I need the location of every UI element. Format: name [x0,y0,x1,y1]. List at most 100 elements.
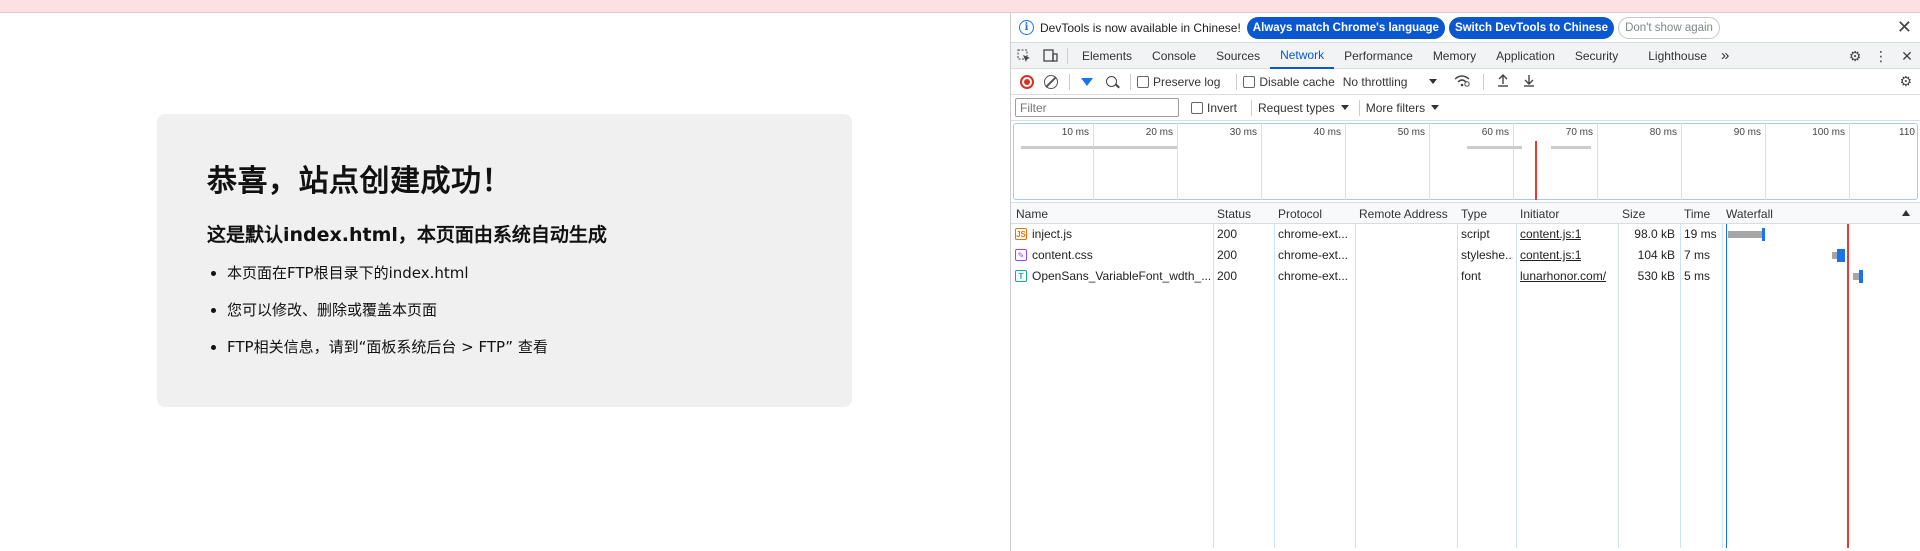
switch-chinese-button[interactable]: Switch DevTools to Chinese [1448,16,1615,39]
overview-request-bar [1551,146,1591,149]
overview-tick-label: 30 ms [1229,127,1257,138]
filter-input[interactable] [1015,98,1179,117]
overview-gridline [1345,123,1346,200]
overview-tick-label: 40 ms [1313,127,1341,138]
tab-elements[interactable]: Elements [1072,43,1142,69]
dont-show-again-button[interactable]: Don't show again [1618,16,1720,39]
header-time[interactable]: Time [1684,207,1710,221]
header-type[interactable]: Type [1461,207,1487,221]
import-har-icon[interactable] [1497,73,1509,90]
script-file-icon: JS [1015,228,1027,240]
header-protocol[interactable]: Protocol [1278,207,1322,221]
cell-initiator-link[interactable]: content.js:1 [1520,248,1581,262]
browser-top-strip [0,0,1920,13]
overview-tick-label: 70 ms [1565,127,1593,138]
cell-initiator-link[interactable]: content.js:1 [1520,227,1581,241]
table-row[interactable]: ✎ content.css 200 chrome-ext... styleshe… [1011,245,1920,266]
cell-time: 5 ms [1684,269,1711,283]
sort-ascending-icon[interactable] [1902,210,1910,216]
overview-request-bar [1021,146,1177,149]
cell-initiator-link[interactable]: lunarhonor.com/ [1520,269,1606,283]
waterfall-bar-download [1859,270,1863,283]
device-toolbar-icon[interactable] [1042,48,1058,64]
overview-tick-label: 100 ms [1812,127,1845,138]
network-conditions-icon[interactable] [1454,74,1471,90]
close-devtools-icon[interactable]: ✕ [1899,48,1915,64]
list-item: FTP相关信息，请到“面板系统后台 > FTP” 查看 [227,337,802,357]
cell-name: OpenSans_VariableFont_wdth_... [1032,269,1210,283]
devtools-panel: i DevTools is now available in Chinese! … [1010,13,1920,551]
welcome-card: 恭喜，站点创建成功！ 这是默认index.html，本页面由系统自动生成 本页面… [157,114,852,407]
stylesheet-file-icon: ✎ [1015,249,1027,261]
tab-console[interactable]: Console [1142,43,1206,69]
cell-size: 104 kB [1637,248,1675,262]
list-item: 您可以修改、删除或覆盖本页面 [227,300,802,320]
network-requests-table: Name Status Protocol Remote Address Type… [1011,203,1920,548]
settings-gear-icon[interactable]: ⚙ [1847,48,1863,64]
overview-gridline [1765,123,1766,200]
overview-tick-label: 10 ms [1061,127,1089,138]
throttling-select[interactable]: No throttling [1343,75,1408,89]
preserve-log-label: Preserve log [1153,74,1221,89]
overview-load-line [1535,141,1537,200]
kebab-menu-icon[interactable]: ⋮ [1873,48,1889,64]
cell-type: font [1461,269,1482,283]
invert-checkbox[interactable] [1191,101,1203,114]
overview-gridline [1681,123,1682,200]
preserve-log-checkbox[interactable] [1137,75,1149,88]
cell-time: 19 ms [1684,227,1717,241]
tab-lighthouse[interactable]: Lighthouse [1628,43,1717,69]
toolbar-divider [1251,99,1253,116]
close-icon[interactable]: ✕ [1897,17,1912,38]
disable-cache-checkbox[interactable] [1243,75,1256,88]
search-icon[interactable] [1106,76,1117,87]
toolbar-divider [1483,73,1485,90]
network-toolbar: Preserve log Disable cache No throttling… [1011,69,1920,95]
filter-funnel-icon[interactable] [1081,77,1093,86]
chevron-down-icon [1429,79,1438,84]
cell-name: inject.js [1032,227,1073,241]
request-types-dropdown[interactable]: Request types [1258,101,1335,115]
chevron-down-icon [1431,105,1440,110]
more-tabs-icon[interactable]: » [1717,43,1733,69]
header-remote-address[interactable]: Remote Address [1359,207,1448,221]
tab-sources[interactable]: Sources [1206,43,1270,69]
tab-performance[interactable]: Performance [1334,43,1423,69]
overview-gridline [1597,123,1598,200]
filter-bar: Invert Request types More filters [1011,95,1920,121]
overview-request-bar [1467,146,1522,149]
header-size[interactable]: Size [1622,207,1645,221]
more-filters-dropdown[interactable]: More filters [1366,101,1425,115]
network-overview-timeline[interactable]: 10 ms 20 ms 30 ms 40 ms 50 ms 60 ms 70 m… [1011,121,1920,203]
overview-tick-label: 110 [1899,127,1915,138]
cell-protocol: chrome-ext... [1278,248,1349,262]
tab-network[interactable]: Network [1270,43,1335,69]
tab-memory[interactable]: Memory [1423,43,1486,69]
cell-status: 200 [1217,269,1238,283]
overview-gridline [1429,123,1430,200]
network-settings-gear-icon[interactable]: ⚙ [1899,73,1912,90]
inspect-element-icon[interactable] [1016,48,1032,64]
clear-log-icon[interactable] [1044,74,1058,89]
cell-protocol: chrome-ext... [1278,227,1349,241]
tab-application[interactable]: Application [1486,43,1565,69]
page-viewport: 恭喜，站点创建成功！ 这是默认index.html，本页面由系统自动生成 本页面… [0,13,1010,551]
export-har-icon[interactable] [1523,74,1535,90]
header-waterfall[interactable]: Waterfall [1726,207,1773,221]
toolbar-divider [1358,99,1360,116]
tabbar-actions: ⚙ ⋮ ✕ [1842,43,1920,69]
record-stop-icon[interactable] [1020,74,1034,89]
overview-gridline [1261,123,1262,200]
header-name[interactable]: Name [1016,207,1048,221]
table-row[interactable]: JS inject.js 200 chrome-ext... script co… [1011,224,1920,245]
disable-cache-label: Disable cache [1259,74,1335,89]
tab-security[interactable]: Security [1565,43,1628,69]
header-status[interactable]: Status [1217,207,1251,221]
header-initiator[interactable]: Initiator [1520,207,1559,221]
overview-gridline [1093,123,1094,200]
table-row[interactable]: T OpenSans_VariableFont_wdth_... 200 chr… [1011,266,1920,287]
cell-time: 7 ms [1684,248,1711,262]
match-language-button[interactable]: Always match Chrome's language [1246,16,1445,39]
cell-type: script [1461,227,1490,241]
overview-gridline [1849,123,1850,200]
